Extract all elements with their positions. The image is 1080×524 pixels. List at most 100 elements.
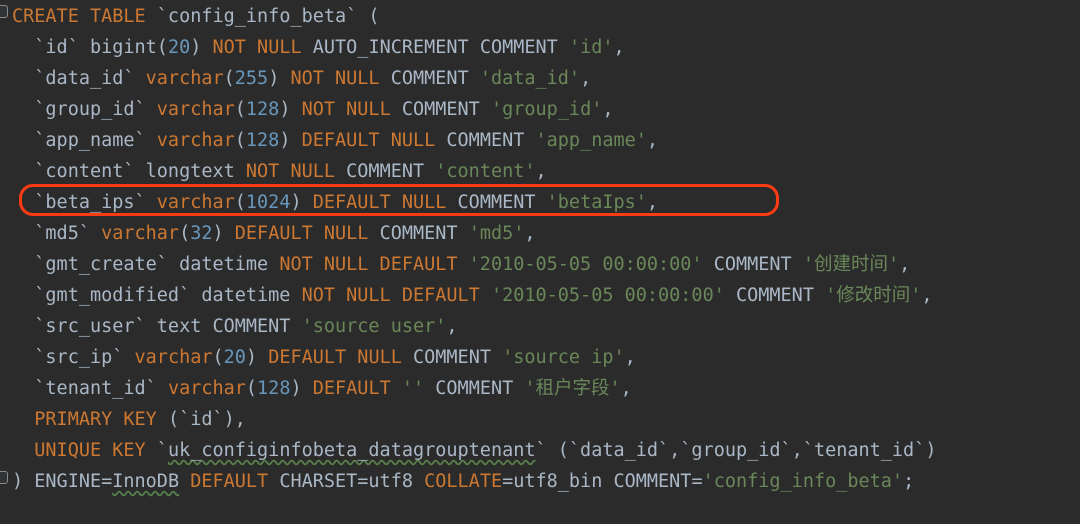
code-token: ( bbox=[234, 130, 246, 151]
code-token: ( bbox=[223, 68, 235, 89]
code-token: varchar bbox=[156, 99, 235, 120]
code-token: ) bbox=[190, 37, 213, 58]
code-token: `group_id` bbox=[12, 99, 157, 120]
code-line: `beta_ips` varchar(1024) DEFAULT NULL CO… bbox=[0, 187, 1080, 218]
code-line: `tenant_id` varchar(128) DEFAULT '' COMM… bbox=[0, 373, 1080, 404]
code-token: '2010-05-05 00:00:00' bbox=[468, 254, 703, 275]
code-token: , bbox=[899, 254, 911, 275]
code-token: , bbox=[646, 192, 659, 213]
code-token: (`id`), bbox=[167, 409, 246, 430]
code-line: UNIQUE KEY `uk_configinfobeta_datagroupt… bbox=[0, 435, 1080, 466]
code-token: `beta_ips` bbox=[12, 192, 157, 213]
code-token: DEFAULT bbox=[190, 471, 280, 492]
code-token: UNIQUE KEY bbox=[12, 440, 157, 461]
code-token: 255 bbox=[234, 68, 269, 89]
code-token: , bbox=[602, 99, 614, 120]
code-token: 128 bbox=[257, 378, 291, 399]
code-token: 'config_info_beta' bbox=[702, 471, 904, 492]
code-token: 'md5' bbox=[468, 223, 525, 244]
code-token: uk_configinfobeta_datagrouptenant bbox=[167, 440, 536, 461]
code-token: ) bbox=[245, 347, 269, 368]
code-token: AUTO_INCREMENT COMMENT bbox=[312, 37, 569, 58]
code-line: `src_user` text COMMENT 'source user', bbox=[0, 311, 1080, 342]
code-token: varchar bbox=[167, 378, 246, 399]
code-token: ) bbox=[290, 192, 313, 213]
code-token: COMMENT bbox=[390, 68, 480, 89]
code-token: `id` bigint( bbox=[12, 37, 168, 58]
code-token: , bbox=[535, 161, 547, 182]
code-token: varchar bbox=[156, 192, 235, 213]
code-token: 'id' bbox=[568, 37, 614, 58]
code-token: ) bbox=[212, 223, 235, 244]
code-token: COLLATE bbox=[424, 471, 503, 492]
code-token: `src_user` text COMMENT bbox=[12, 316, 302, 337]
code-token: `app_name` bbox=[12, 130, 157, 151]
code-token: `gmt_modified` datetime bbox=[12, 285, 302, 306]
code-token: 'data_id' bbox=[479, 68, 581, 89]
code-token: ( bbox=[234, 99, 246, 120]
code-token: '' bbox=[401, 378, 425, 399]
code-token: PRIMARY KEY bbox=[12, 409, 168, 430]
code-line: `gmt_create` datetime NOT NULL DEFAULT '… bbox=[0, 249, 1080, 280]
code-token: , bbox=[446, 316, 458, 337]
code-token: DEFAULT NULL bbox=[234, 223, 380, 244]
code-token: 'content' bbox=[435, 161, 536, 182]
code-token: '创建时间' bbox=[802, 254, 900, 275]
code-token: DEFAULT NULL bbox=[268, 347, 413, 368]
code-token: `tenant_id` bbox=[12, 378, 168, 399]
code-token: varchar bbox=[134, 347, 213, 368]
code-token: ) bbox=[290, 378, 313, 399]
code-token: , bbox=[646, 130, 659, 151]
code-line: `id` bigint(20) NOT NULL AUTO_INCREMENT … bbox=[0, 32, 1080, 63]
code-token: ) bbox=[279, 99, 302, 120]
code-token: 20 bbox=[223, 347, 246, 368]
code-line: `src_ip` varchar(20) DEFAULT NULL COMMEN… bbox=[0, 342, 1080, 373]
code-token: ( bbox=[234, 192, 246, 213]
code-token: ( bbox=[179, 223, 191, 244]
sql-code-editor[interactable]: CREATE TABLE `config_info_beta` ( `id` b… bbox=[0, 0, 1080, 524]
code-token: 'source ip' bbox=[502, 347, 625, 368]
code-token: 'group_id' bbox=[490, 99, 603, 120]
code-line: `gmt_modified` datetime NOT NULL DEFAULT… bbox=[0, 280, 1080, 311]
code-token: varchar bbox=[101, 223, 180, 244]
code-token: , bbox=[620, 378, 632, 399]
code-token: 'source user' bbox=[301, 316, 447, 337]
code-token: ; bbox=[903, 471, 915, 492]
code-line: `group_id` varchar(128) NOT NULL COMMENT… bbox=[0, 94, 1080, 125]
code-token: `src_ip` bbox=[12, 347, 135, 368]
code-token: , bbox=[613, 37, 625, 58]
code-token: `gmt_create` datetime bbox=[12, 254, 280, 275]
code-line: `md5` varchar(32) DEFAULT NULL COMMENT '… bbox=[0, 218, 1080, 249]
code-token: COMMENT bbox=[413, 347, 503, 368]
code-line: `app_name` varchar(128) DEFAULT NULL COM… bbox=[0, 125, 1080, 156]
code-token: InnoDB bbox=[112, 471, 180, 492]
code-token: ) bbox=[268, 68, 291, 89]
code-token: COMMENT bbox=[379, 223, 469, 244]
code-token: DEFAULT NULL bbox=[301, 130, 447, 151]
code-token: varchar bbox=[156, 130, 235, 151]
code-token: DEFAULT bbox=[312, 378, 402, 399]
code-token: CREATE TABLE bbox=[12, 6, 157, 27]
code-token: `data_id` bbox=[12, 68, 146, 89]
code-token: ( bbox=[245, 378, 258, 399]
code-token: `content` longtext bbox=[12, 161, 246, 182]
code-token: COMMENT bbox=[457, 192, 547, 213]
code-token: NOT NULL bbox=[212, 37, 313, 58]
code-token: , bbox=[921, 285, 933, 306]
code-token: ` (`data_id`,`group_id`,`tenant_id`) bbox=[535, 440, 937, 461]
code-token: 32 bbox=[190, 223, 213, 244]
sql-source-code[interactable]: CREATE TABLE `config_info_beta` ( `id` b… bbox=[0, 1, 1080, 497]
code-token: ( bbox=[212, 347, 224, 368]
code-token: COMMENT bbox=[702, 254, 803, 275]
code-token: NOT NULL DEFAULT bbox=[301, 285, 491, 306]
code-token: 128 bbox=[245, 99, 280, 120]
code-token: DEFAULT NULL bbox=[312, 192, 458, 213]
code-token: NOT NULL bbox=[245, 161, 347, 182]
code-token: ) bbox=[279, 130, 302, 151]
code-token: , bbox=[624, 347, 636, 368]
code-token: 128 bbox=[245, 130, 280, 151]
code-token: '2010-05-05 00:00:00' bbox=[490, 285, 725, 306]
code-line: PRIMARY KEY (`id`), bbox=[0, 404, 1080, 435]
code-token: =utf8_bin COMMENT= bbox=[502, 471, 703, 492]
